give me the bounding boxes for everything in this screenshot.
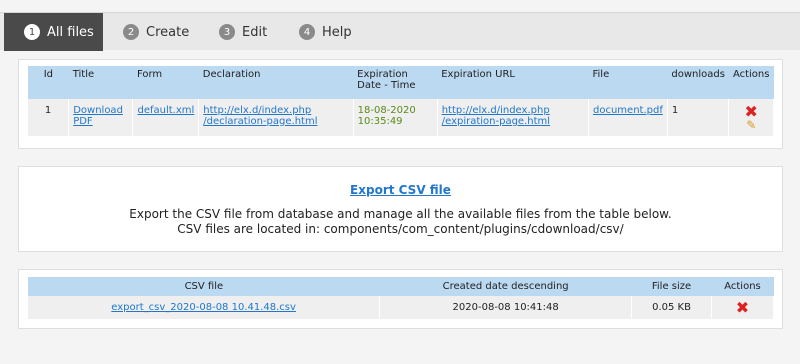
row-form-link[interactable]: default.xml xyxy=(137,105,194,116)
csv-row-actions: ✖ xyxy=(711,296,775,319)
tab-number-badge: 3 xyxy=(219,24,235,40)
col-file-size-header: File size xyxy=(631,277,712,296)
edit-pencil-icon[interactable]: ✎ xyxy=(733,119,769,131)
row-downloads: 1 xyxy=(667,99,730,136)
export-description-line-2: CSV files are located in: components/com… xyxy=(177,222,624,236)
csv-created-date: 2020-08-08 10:41:48 xyxy=(379,296,633,319)
col-form-header: Form xyxy=(132,66,199,99)
csv-file-size: 0.05 KB xyxy=(631,296,712,319)
col-title-header: Title xyxy=(68,66,133,99)
tab-number-badge: 4 xyxy=(299,24,315,40)
tab-label: All files xyxy=(47,24,94,40)
row-declaration-link[interactable]: http://elx.d/index.php /declaration-page… xyxy=(203,105,317,127)
files-table: Id Title Form Declaration Expiration Dat… xyxy=(28,66,774,136)
delete-icon[interactable]: ✖ xyxy=(716,299,769,315)
col-downloads-header: downloads xyxy=(667,66,729,99)
table-row: 1 Download PDF default.xml http://elx.d/… xyxy=(28,99,774,136)
row-file-link[interactable]: document.pdf xyxy=(593,105,663,116)
export-panel: Export CSV file Export the CSV file from… xyxy=(18,166,783,252)
row-id: 1 xyxy=(28,99,70,136)
csv-panel: CSV file Created date descending File si… xyxy=(18,269,783,329)
col-id-header: Id xyxy=(28,66,69,99)
csv-table: CSV file Created date descending File si… xyxy=(28,277,775,319)
col-created-date-header[interactable]: Created date descending xyxy=(379,277,632,296)
col-declaration-header: Declaration xyxy=(198,66,354,99)
export-csv-link[interactable]: Export CSV file xyxy=(19,183,782,197)
row-actions: ✖ ✎ xyxy=(728,99,774,136)
tab-label: Create xyxy=(146,24,190,40)
export-description-line-1: Export the CSV file from database and ma… xyxy=(129,207,672,221)
col-expiration-date-header: Expiration Date - Time xyxy=(353,66,438,99)
col-actions-header: Actions xyxy=(711,277,774,296)
tab-all-files[interactable]: 1 All files xyxy=(4,13,103,51)
row-expiration-url-link[interactable]: http://elx.d/index.php /expiration-page.… xyxy=(442,105,550,127)
tab-label: Edit xyxy=(242,24,268,40)
col-file-header: File xyxy=(588,66,668,99)
tab-help[interactable]: 4 Help xyxy=(299,13,359,51)
table-header-row: Id Title Form Declaration Expiration Dat… xyxy=(28,66,774,99)
table-row: export_csv_2020-08-08 10.41.48.csv 2020-… xyxy=(28,296,775,319)
tab-bar: 1 All files 2 Create 3 Edit 4 Help xyxy=(0,12,800,51)
delete-icon[interactable]: ✖ xyxy=(733,104,769,120)
row-title-link[interactable]: Download PDF xyxy=(73,105,123,127)
csv-header-row: CSV file Created date descending File si… xyxy=(28,277,774,296)
tab-number-badge: 1 xyxy=(24,24,40,40)
csv-file-link[interactable]: export_csv_2020-08-08 10.41.48.csv xyxy=(111,302,296,313)
col-expiration-url-header: Expiration URL xyxy=(437,66,589,99)
export-description: Export the CSV file from database and ma… xyxy=(19,207,782,237)
col-actions-header: Actions xyxy=(728,66,774,99)
tab-edit[interactable]: 3 Edit xyxy=(219,13,279,51)
row-expiration-date: 18-08-2020 10:35:49 xyxy=(353,99,438,136)
tab-create[interactable]: 2 Create xyxy=(123,13,203,51)
col-csv-file-header: CSV file xyxy=(28,277,380,296)
tab-number-badge: 2 xyxy=(123,24,139,40)
files-panel: Id Title Form Declaration Expiration Dat… xyxy=(18,59,783,149)
tab-label: Help xyxy=(322,24,352,40)
